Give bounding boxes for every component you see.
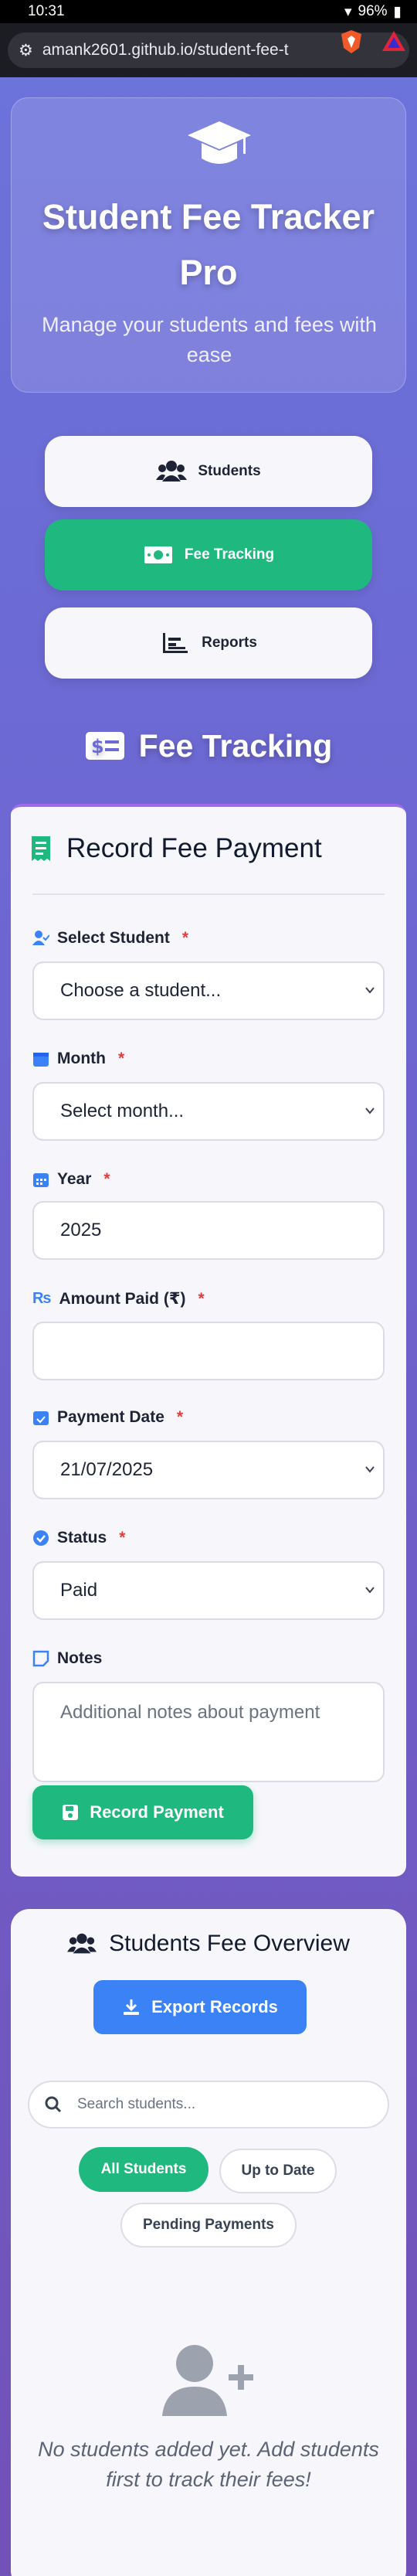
month-select-value: Select month...: [60, 1101, 185, 1121]
student-label: Select Student *: [32, 929, 188, 948]
amount-label-text: Amount Paid (₹): [59, 1290, 186, 1308]
payment-date-label: Payment Date *: [32, 1408, 183, 1427]
form-divider: [32, 893, 385, 895]
site-info-icon[interactable]: ⚙: [19, 41, 33, 60]
battery-level: 96%: [358, 3, 388, 19]
rewards-triangle-icon[interactable]: [381, 29, 406, 53]
brave-shield-icon[interactable]: [340, 29, 363, 54]
nav-students-label: Students: [198, 463, 261, 479]
filter-all-students[interactable]: All Students: [79, 2147, 208, 2192]
app-subtitle: Manage your students and fees with ease: [42, 313, 377, 366]
record-fee-form: Record Fee Payment Select Student * Choos…: [11, 804, 406, 1877]
status-select-value: Paid: [60, 1580, 98, 1601]
users-icon: [67, 1933, 97, 1954]
filter-up-to-date-label: Up to Date: [241, 2163, 315, 2179]
notes-textarea[interactable]: Additional notes about payment: [32, 1682, 385, 1782]
student-select-value: Choose a student...: [60, 980, 222, 1001]
required-marker: *: [198, 1289, 205, 1308]
status-time: 10:31: [28, 3, 65, 19]
wifi-icon: ▾: [344, 3, 352, 20]
payment-date-input[interactable]: 21/07/2025: [32, 1441, 385, 1499]
nav-reports-button[interactable]: Reports: [45, 607, 372, 679]
nav-students-button[interactable]: Students: [45, 436, 372, 507]
year-input-value: 2025: [60, 1220, 102, 1240]
money-check-icon: $: [85, 732, 124, 760]
svg-text:$: $: [91, 736, 104, 757]
status-label-text: Status: [57, 1529, 107, 1547]
required-marker: *: [176, 1408, 184, 1426]
nav-fee-tracking-button[interactable]: Fee Tracking: [45, 519, 372, 590]
filter-pending-payments-label: Pending Payments: [143, 2217, 274, 2233]
chevron-down-icon: [365, 987, 375, 994]
search-icon: [45, 2096, 62, 2113]
amount-input[interactable]: [32, 1322, 385, 1380]
notes-label: Notes: [32, 1649, 102, 1668]
nav-reports-label: Reports: [202, 635, 257, 651]
month-label-text: Month: [57, 1050, 106, 1067]
section-title: $ Fee Tracking: [0, 722, 417, 770]
student-label-text: Select Student: [57, 929, 170, 947]
form-header: Record Fee Payment: [31, 833, 322, 864]
record-payment-label: Record Payment: [90, 1802, 224, 1822]
receipt-icon: [32, 836, 50, 861]
overview-header: Students Fee Overview: [11, 1931, 406, 1957]
overview-title: Students Fee Overview: [109, 1931, 350, 1956]
graduation-cap-icon: [188, 121, 251, 164]
nav-fee-tracking-label: Fee Tracking: [184, 546, 275, 563]
battery-icon: ▮: [393, 3, 402, 20]
notes-label-text: Notes: [57, 1649, 103, 1667]
calendar-check-icon: [33, 1411, 49, 1425]
record-payment-button[interactable]: Record Payment: [32, 1785, 253, 1839]
status-label: Status *: [32, 1529, 125, 1547]
month-label: Month *: [32, 1050, 124, 1068]
filter-pending-payments[interactable]: Pending Payments: [120, 2203, 297, 2248]
form-title: Record Fee Payment: [66, 833, 322, 863]
students-fee-overview: Students Fee Overview Export Records Sea…: [11, 1909, 406, 2576]
browser-toolbar: ⚙ amank2601.github.io/student-fee-t: [0, 23, 417, 77]
payment-date-label-text: Payment Date: [57, 1408, 164, 1426]
chevron-down-icon: [365, 1587, 375, 1594]
users-icon: [156, 461, 188, 482]
filter-all-students-label: All Students: [100, 2161, 187, 2177]
user-check-icon: [32, 931, 49, 945]
search-input[interactable]: Search students...: [28, 2081, 389, 2129]
export-records-label: Export Records: [151, 1997, 278, 2016]
student-select[interactable]: Choose a student...: [32, 961, 385, 1020]
required-marker: *: [103, 1170, 110, 1188]
url-text[interactable]: amank2601.github.io/student-fee-t: [42, 41, 320, 60]
required-marker: *: [119, 1529, 126, 1547]
money-bill-icon: [144, 546, 172, 563]
app-header: Student Fee Tracker Pro Manage your stud…: [11, 97, 406, 393]
year-label-text: Year: [57, 1170, 92, 1188]
chevron-down-icon: [365, 1466, 375, 1473]
sticky-note-icon: [32, 1650, 49, 1667]
system-status-bar: 10:31 ▾ 96% ▮: [0, 0, 417, 23]
amount-label: ₨ Amount Paid (₹) *: [32, 1289, 205, 1308]
payment-date-value: 21/07/2025: [60, 1459, 154, 1480]
calendar-icon: [33, 1053, 49, 1067]
status-select[interactable]: Paid: [32, 1561, 385, 1620]
year-input[interactable]: 2025: [32, 1201, 385, 1260]
save-icon: [63, 1805, 79, 1820]
check-circle-icon: [33, 1530, 49, 1546]
year-label: Year *: [32, 1170, 110, 1189]
user-plus-icon: [162, 2345, 253, 2416]
bar-chart-icon: [163, 633, 188, 653]
calendar-grid-icon: [33, 1173, 49, 1187]
chevron-down-icon: [365, 1108, 375, 1114]
export-records-button[interactable]: Export Records: [93, 1980, 307, 2034]
empty-state-message: No students added yet. Add students firs…: [38, 2438, 379, 2491]
required-marker: *: [117, 1050, 125, 1067]
notes-placeholder: Additional notes about payment: [60, 1702, 320, 1723]
download-icon: [124, 1999, 140, 2015]
section-title-text: Fee Tracking: [138, 727, 333, 764]
app-title: Student Fee Tracker Pro: [42, 197, 375, 292]
filter-up-to-date[interactable]: Up to Date: [219, 2149, 337, 2193]
rupee-icon: ₨: [32, 1290, 52, 1307]
search-placeholder: Search students...: [77, 2096, 196, 2112]
required-marker: *: [181, 929, 189, 947]
month-select[interactable]: Select month...: [32, 1082, 385, 1141]
